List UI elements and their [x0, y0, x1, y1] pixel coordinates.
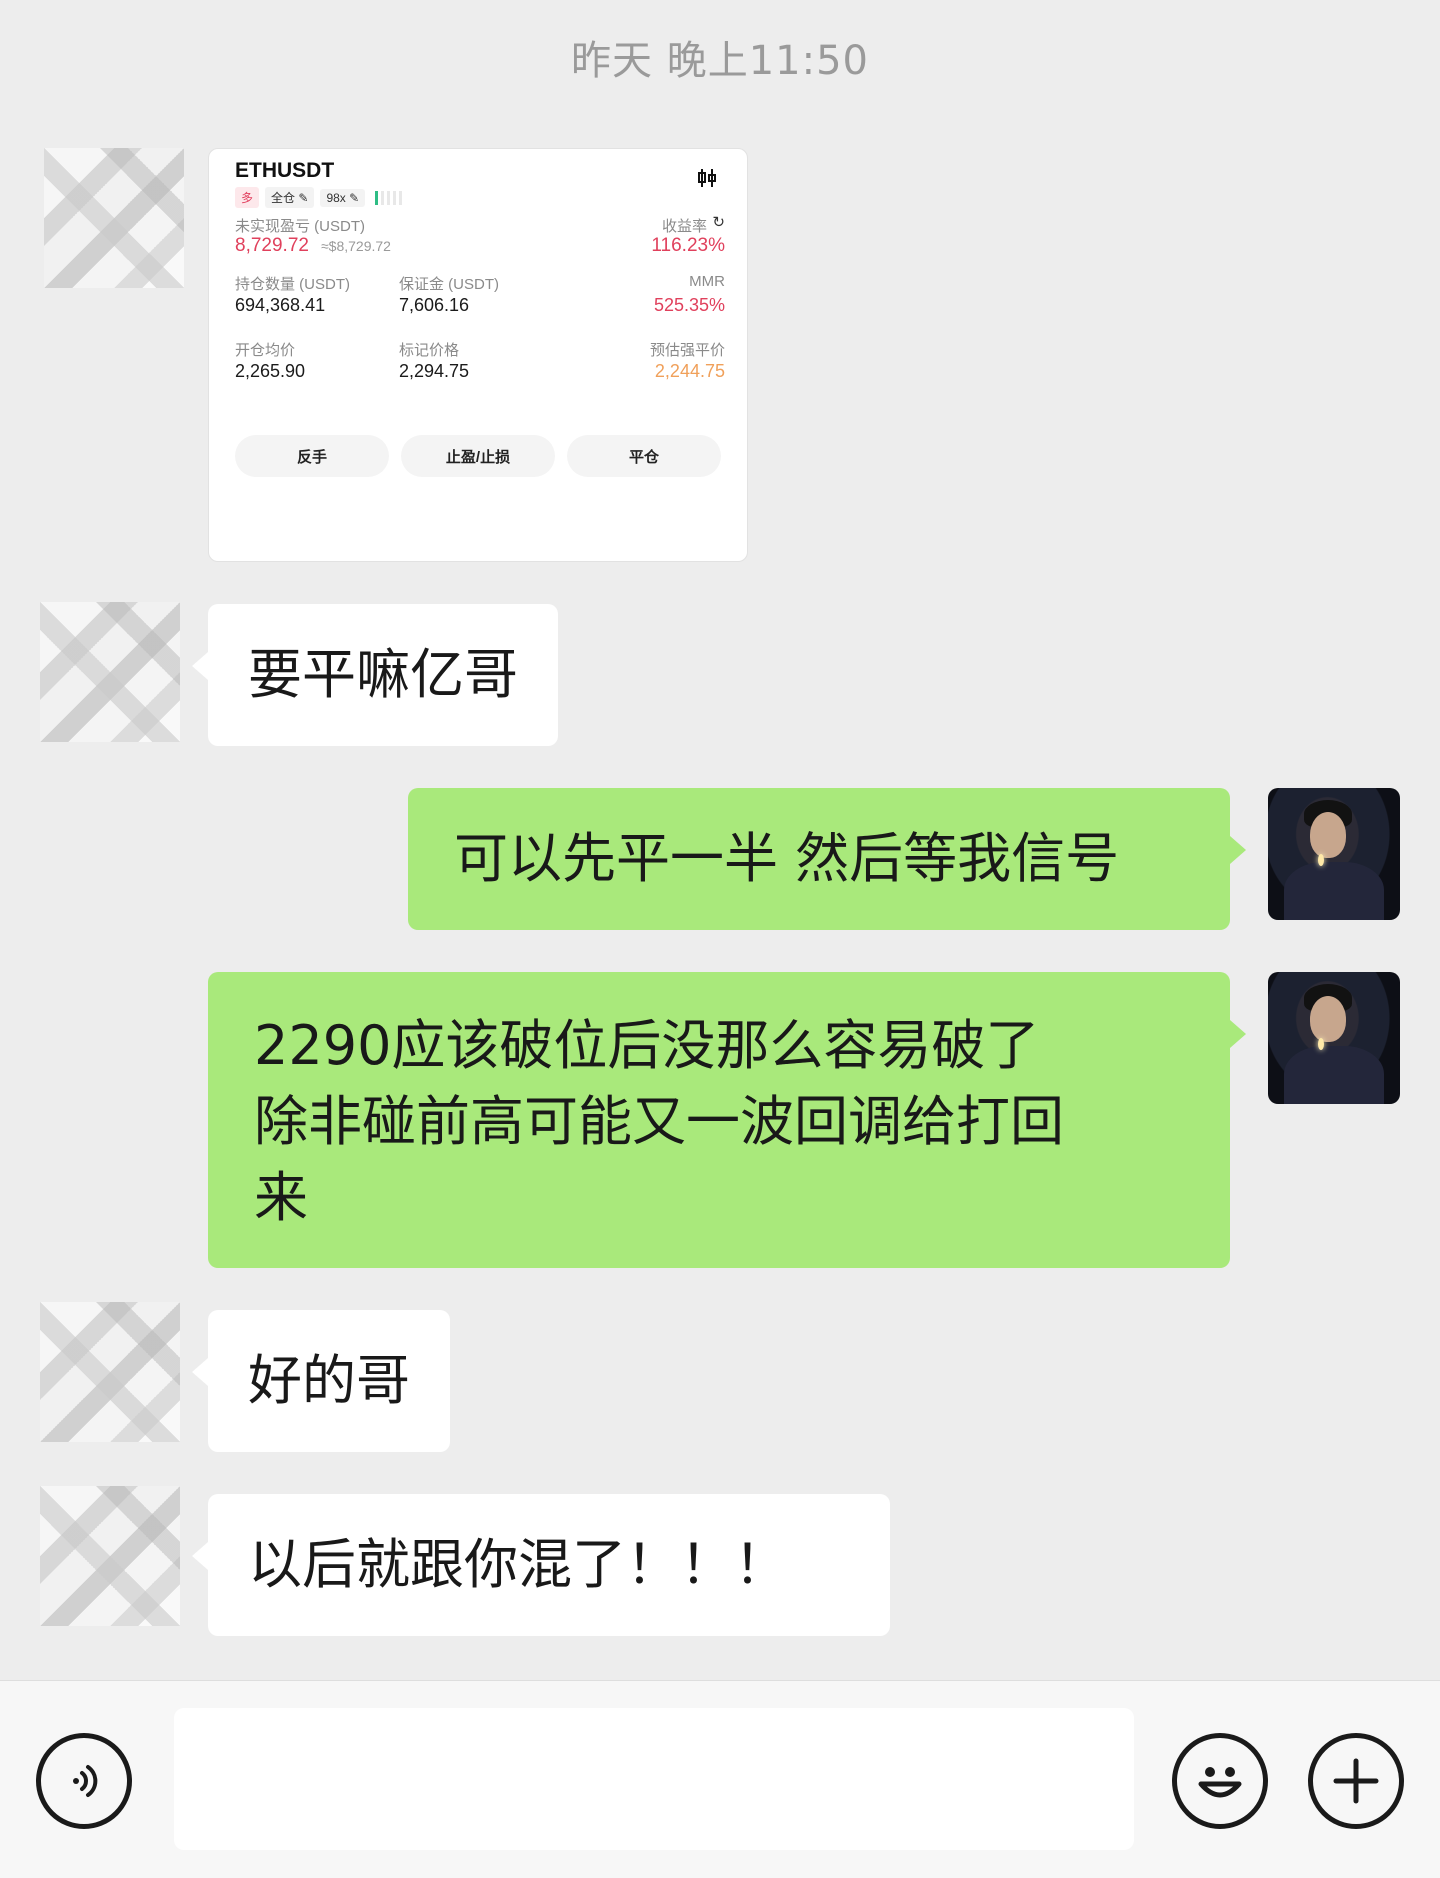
margin-value: 7,606.16 [399, 295, 470, 315]
my-avatar[interactable] [1268, 972, 1400, 1104]
edit-icon: ✎ [298, 191, 309, 205]
mark-price-label: 标记价格 [399, 342, 460, 359]
entry-price-label: 开仓均价 [235, 342, 296, 359]
voice-button[interactable] [36, 1733, 132, 1829]
mmr-label: MMR [689, 273, 725, 290]
leverage-tag: 98x ✎ [320, 188, 366, 207]
message-text-line: 除非碰前高可能又一波回调给打回 [254, 1090, 1064, 1153]
reverse-button[interactable]: 反手 [235, 435, 389, 477]
entry-price-value: 2,265.90 [235, 361, 306, 381]
more-button[interactable] [1308, 1733, 1404, 1829]
position-value: 694,368.41 [235, 295, 326, 315]
refresh-icon: ↻ [712, 214, 725, 231]
emoji-icon [1198, 1767, 1242, 1798]
liq-price-value: 2,244.75 [654, 361, 725, 381]
message-text: 要平嘛亿哥 [248, 643, 518, 706]
contact-avatar[interactable] [44, 148, 184, 288]
mmr-value: 525.35% [653, 295, 725, 315]
mark-price-value: 2,294.75 [399, 361, 470, 381]
unrealized-usd: ≈$8,729.72 [321, 238, 391, 254]
contact-avatar[interactable] [40, 1486, 180, 1626]
margin-mode-label: 全仓 [271, 191, 296, 205]
chat-timestamp: 昨天 晚上11:50 [571, 38, 869, 84]
close-position-button[interactable]: 平仓 [567, 435, 721, 477]
margin-mode-tag: 全仓 ✎ [265, 187, 315, 208]
edit-icon: ✎ [349, 190, 360, 205]
card-tags: 多 全仓 ✎ 98x ✎ [235, 187, 403, 208]
message-input[interactable] [174, 1708, 1134, 1850]
message-bubble[interactable]: 要平嘛亿哥 [192, 604, 558, 746]
message-text: 以后就跟你混了！！！ [248, 1533, 788, 1596]
message-text: 可以先平一半 然后等我信号 [454, 827, 1120, 890]
message-bubble[interactable]: 2290应该破位后没那么容易破了 除非碰前高可能又一波回调给打回 来 [208, 972, 1246, 1268]
long-tag: 多 [235, 187, 260, 208]
roi-label: 收益率 [661, 218, 707, 235]
margin-label: 保证金 (USDT) [399, 276, 499, 293]
unrealized-value: 8,729.72 [235, 235, 309, 256]
my-avatar[interactable] [1268, 788, 1400, 920]
liq-price-label: 预估强平价 [649, 342, 725, 359]
message-bubble[interactable]: 以后就跟你混了！！！ [192, 1494, 890, 1636]
emoji-button[interactable] [1172, 1733, 1268, 1829]
contact-avatar[interactable] [40, 602, 180, 742]
contact-avatar[interactable] [40, 1302, 180, 1442]
position-label: 持仓数量 (USDT) [235, 276, 350, 293]
message-text-line: 2290应该破位后没那么容易破了 [254, 1014, 1040, 1077]
candlestick-icon [696, 167, 718, 195]
tp-sl-button[interactable]: 止盈/止损 [401, 435, 555, 477]
position-card-image[interactable]: ETHUSDT 多 全仓 ✎ 98x ✎ 未实现盈亏 (USDT) 8,729.… [208, 148, 748, 562]
card-symbol: ETHUSDT [235, 159, 335, 182]
voice-icon [73, 1765, 98, 1797]
unrealized-label: 未实现盈亏 (USDT) [235, 218, 365, 235]
leverage-label: 98x [326, 190, 346, 205]
message-text: 好的哥 [248, 1349, 410, 1412]
plus-icon [1333, 1758, 1379, 1804]
message-text-line: 来 [254, 1166, 308, 1229]
message-bubble[interactable]: 可以先平一半 然后等我信号 [408, 788, 1246, 930]
roi-value: 116.23% [651, 235, 725, 256]
message-bubble[interactable]: 好的哥 [192, 1310, 450, 1452]
risk-bars [375, 190, 403, 205]
chat-input-bar [0, 1680, 1440, 1878]
